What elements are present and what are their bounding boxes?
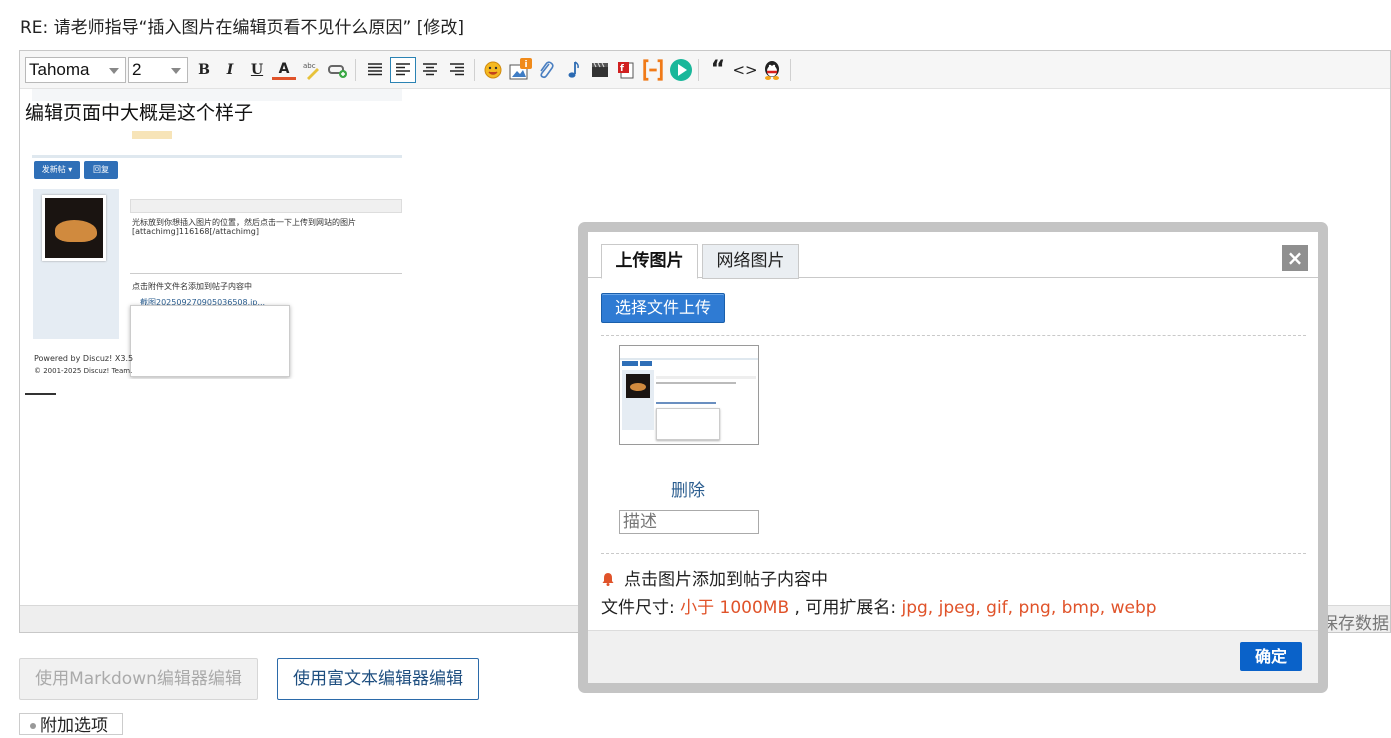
editor-toolbar: Tahoma 2 B I U A abc i f “ <>: [20, 51, 1390, 89]
tab-web-image[interactable]: 网络图片: [702, 244, 799, 279]
toolbar-divider: [474, 59, 475, 81]
music-icon[interactable]: [561, 58, 585, 82]
align-justify-icon[interactable]: [363, 58, 387, 82]
editor-content-text: 编辑页面中大概是这个样子: [25, 102, 254, 124]
richtext-editor-button[interactable]: 使用富文本编辑器编辑: [277, 658, 479, 700]
code-icon[interactable]: <>: [732, 58, 757, 82]
play-icon[interactable]: [669, 58, 693, 82]
highlight-icon[interactable]: abc: [300, 58, 324, 82]
thumb-button: [622, 361, 638, 366]
image-description-input[interactable]: [619, 510, 759, 534]
dashed-divider: [601, 335, 1306, 336]
font-family-value: Tahoma: [29, 60, 90, 79]
markdown-editor-button[interactable]: 使用Markdown编辑器编辑: [19, 658, 258, 700]
image-end-marker: [25, 393, 56, 395]
thumb-bar: [656, 382, 736, 384]
font-color-button[interactable]: A: [272, 60, 296, 80]
embedded-text-line: 点击附件文件名添加到帖子内容中: [132, 282, 252, 291]
page-title: RE: 请老师指导“插入图片在编辑页看不见什么原因” [修改]: [20, 18, 464, 38]
thumb-bar: [656, 376, 756, 379]
toolbar-divider: [355, 59, 356, 81]
attachment-icon[interactable]: [534, 58, 558, 82]
embedded-post-button: 发新帖 ▾: [34, 161, 80, 179]
choose-file-button[interactable]: 选择文件上传: [601, 293, 725, 323]
file-limits-info: 文件尺寸: 小于 1000MB , 可用扩展名: jpg, jpeg, gif,…: [601, 593, 1157, 618]
bullet-icon: [30, 723, 36, 729]
chevron-down-icon: [109, 68, 119, 74]
bracket-code-icon[interactable]: [641, 58, 665, 82]
chevron-down-icon: [171, 68, 181, 74]
ext-value: jpg, jpeg, gif, png, bmp, webp: [901, 598, 1157, 618]
align-right-icon[interactable]: [445, 58, 469, 82]
bold-button[interactable]: B: [192, 58, 216, 82]
close-icon[interactable]: ×: [1282, 245, 1308, 271]
smiley-icon[interactable]: [481, 58, 505, 82]
embedded-text-line: [attachimg]116168[/attachimg]: [132, 227, 259, 236]
align-left-icon[interactable]: [390, 57, 416, 83]
file-size-value: 小于 1000MB: [680, 598, 790, 618]
font-size-select[interactable]: 2: [128, 57, 188, 83]
dialog-tabs: 上传图片 网络图片 ×: [588, 232, 1318, 279]
ext-prefix: , 可用扩展名:: [789, 598, 902, 618]
qq-penguin-icon[interactable]: [760, 58, 784, 82]
addon-options-label: 附加选项: [40, 716, 108, 736]
embedded-copyright: © 2001-2025 Discuz! Team.: [34, 367, 133, 375]
font-family-select[interactable]: Tahoma: [25, 57, 126, 83]
dialog-footer: 确定: [588, 630, 1318, 683]
tab-upload-image[interactable]: 上传图片: [601, 244, 698, 279]
embedded-mini-screenshot: [130, 305, 290, 377]
thumb-bar: [656, 402, 716, 404]
embedded-powered-by: Powered by Discuz! X3.5: [34, 354, 134, 363]
align-center-icon[interactable]: [418, 58, 442, 82]
embedded-tag: [132, 131, 172, 139]
embedded-cat-avatar: [42, 195, 106, 261]
thumb-bar: [620, 358, 758, 360]
toolbar-divider: [790, 59, 791, 81]
delete-image-link[interactable]: 删除: [671, 476, 705, 501]
confirm-button[interactable]: 确定: [1240, 642, 1302, 671]
svg-text:f: f: [620, 64, 624, 74]
bell-icon: [602, 573, 614, 586]
uploaded-image-thumbnail[interactable]: [619, 345, 759, 445]
video-icon[interactable]: [588, 58, 612, 82]
thumb-cat-avatar: [626, 374, 650, 398]
upload-hint: 点击图片添加到帖子内容中: [602, 565, 828, 590]
upload-image-dialog: 上传图片 网络图片 × 选择文件上传 删除 点击图片添加到帖子内容中 文件尺寸:…: [588, 232, 1318, 683]
upload-image-dialog-frame: 上传图片 网络图片 × 选择文件上传 删除 点击图片添加到帖子内容中 文件尺寸:…: [578, 222, 1328, 693]
embedded-divider: [32, 155, 402, 158]
embedded-toolbar: [130, 199, 402, 213]
save-data-link[interactable]: 保存数据: [1321, 609, 1389, 634]
thumb-mini-screenshot: [656, 408, 720, 440]
link-icon[interactable]: [326, 58, 350, 82]
thumb-button: [640, 361, 652, 366]
svg-text:abc: abc: [303, 62, 316, 70]
embedded-screenshot-image: 发新帖 ▾ 回复 光标放到你想插入图片的位置，然后点击一下上传到网站的图片 [a…: [32, 89, 402, 379]
italic-button[interactable]: I: [218, 58, 242, 82]
file-size-prefix: 文件尺寸:: [601, 598, 681, 618]
svg-text:i: i: [525, 60, 528, 70]
dashed-divider: [601, 553, 1306, 554]
embedded-reply-button: 回复: [84, 161, 118, 179]
upload-hint-text: 点击图片添加到帖子内容中: [624, 570, 828, 590]
embedded-divider: [130, 273, 402, 274]
toolbar-divider: [698, 59, 699, 81]
flash-icon[interactable]: f: [614, 58, 638, 82]
font-size-value: 2: [132, 60, 142, 79]
addon-options-toggle[interactable]: 附加选项: [19, 713, 123, 736]
quote-icon[interactable]: “: [706, 57, 730, 82]
underline-button[interactable]: U: [245, 58, 269, 82]
image-icon[interactable]: i: [508, 58, 532, 82]
